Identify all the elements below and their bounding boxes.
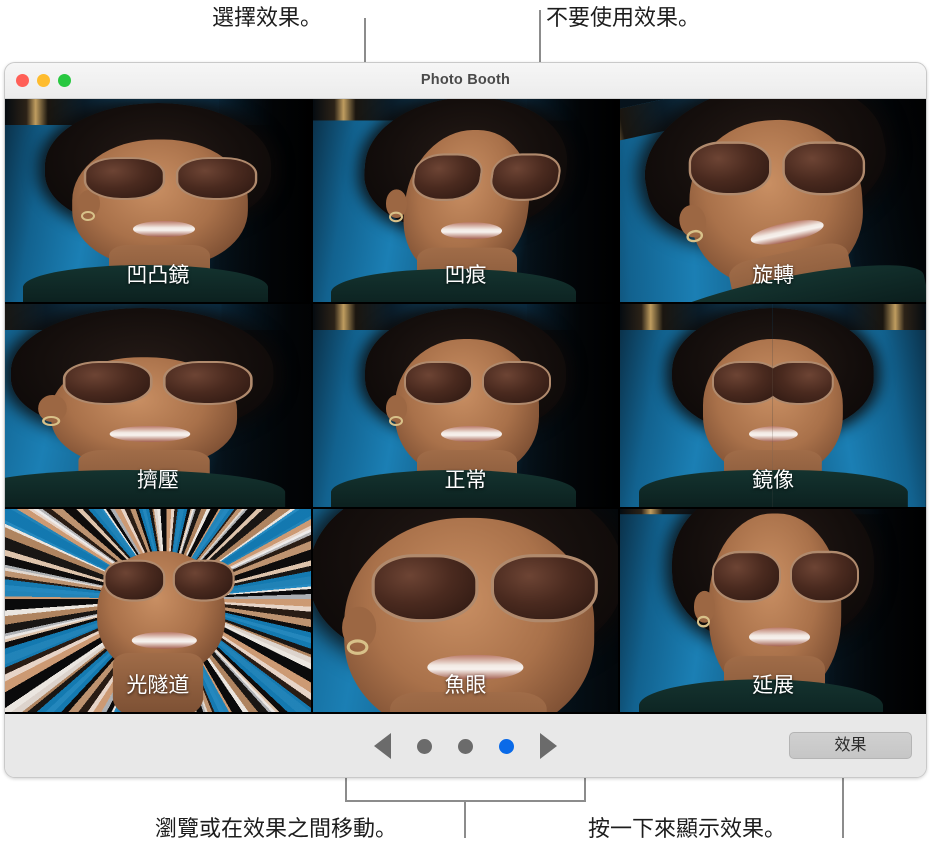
effect-cell-fisheye[interactable]: 魚眼 (312, 509, 619, 712)
lens-left (712, 360, 774, 406)
lens-left (83, 156, 165, 200)
effect-cell-mirror[interactable]: 鏡像 (620, 304, 926, 507)
portrait-preview (620, 99, 926, 302)
mouth-shape (441, 425, 503, 443)
lens-left (103, 559, 166, 602)
sunglasses-shape (103, 559, 235, 602)
portrait-preview (5, 304, 311, 507)
lens-left (62, 360, 153, 406)
effect-cell-dent[interactable]: 凹痕 (312, 99, 619, 302)
lens-left (773, 360, 835, 406)
sunglasses-shape (712, 360, 774, 406)
sunglasses-shape (773, 360, 835, 406)
mirror-half-left (620, 304, 774, 507)
effects-grid: 凹凸鏡 凹痕 旋轉 擠壓 正常 鏡像 光隧道 魚眼 延展 (5, 99, 926, 714)
mirror-half-right (773, 304, 926, 507)
page-dot-3[interactable] (499, 738, 514, 754)
leader-bracket-nav-right (584, 778, 586, 801)
portrait-preview (312, 304, 619, 507)
lens-left (688, 141, 772, 195)
portrait-preview (773, 304, 926, 507)
page-navigation (5, 714, 926, 777)
portrait-preview (312, 99, 619, 302)
lens-right (173, 559, 235, 602)
lens-right (482, 360, 552, 406)
mouth-shape (427, 654, 523, 680)
earring-shape (42, 415, 61, 426)
earring-shape (696, 615, 711, 628)
lens-left (404, 360, 474, 406)
earring-shape (347, 638, 369, 655)
sunglasses-shape (409, 153, 564, 201)
lens-right (163, 360, 254, 406)
page-dot-2[interactable] (458, 738, 473, 754)
effect-cell-squeeze[interactable]: 擠壓 (5, 304, 311, 507)
callout-select-effect-text: 選擇效果。 (212, 5, 323, 30)
mouth-shape (748, 627, 810, 647)
earring-shape (389, 211, 403, 222)
mouth-shape (132, 631, 197, 649)
lens-right (175, 156, 257, 200)
mouth-shape (441, 222, 503, 240)
triangle-left-icon[interactable] (374, 733, 391, 759)
callout-click-to-show-effects-text: 按一下來顯示效果。 (588, 816, 787, 841)
photo-booth-window: Photo Booth 凹凸鏡 凹痕 旋轉 擠壓 正常 鏡像 光隧道 魚眼 延展… (4, 62, 927, 778)
effect-cell-twirl[interactable]: 旋轉 (620, 99, 926, 302)
sunglasses-shape (404, 360, 552, 406)
lens-left (712, 550, 781, 604)
sunglasses-shape (712, 550, 859, 604)
effect-cell-stretch[interactable]: 延展 (620, 509, 926, 712)
earring-shape (389, 415, 403, 426)
shoulder-shape (23, 265, 268, 302)
lens-right (487, 153, 564, 201)
sunglasses-shape (83, 156, 257, 200)
portrait-preview (620, 509, 926, 712)
shoulder-shape (330, 470, 576, 507)
bottom-toolbar: 效果 (5, 714, 926, 777)
portrait-preview (5, 99, 311, 302)
callout-browse-effects-text: 瀏覽或在效果之間移動。 (155, 816, 398, 841)
window-titlebar: Photo Booth (5, 63, 926, 99)
leader-bracket-nav-left (345, 778, 347, 801)
effect-cell-bump[interactable]: 凹凸鏡 (5, 99, 311, 302)
page-dot-1[interactable] (417, 738, 432, 754)
effects-button[interactable]: 效果 (789, 732, 912, 759)
lens-left (409, 153, 486, 201)
sunglasses-shape (62, 360, 254, 406)
callout-no-effect-text: 不要使用效果。 (546, 5, 701, 30)
effect-cell-light-tunnel[interactable]: 光隧道 (5, 509, 311, 712)
portrait-preview (620, 304, 774, 507)
neck-shape (389, 692, 547, 712)
window-title: Photo Booth (420, 72, 511, 88)
sunglasses-shape (370, 553, 599, 624)
mouth-shape (133, 220, 195, 238)
lens-left (370, 553, 478, 624)
lens-right (789, 550, 859, 604)
sunglasses-shape (688, 141, 865, 195)
portrait-preview (312, 509, 619, 712)
effect-cell-normal[interactable]: 正常 (312, 304, 619, 507)
mouth-shape (110, 425, 190, 443)
earring-shape (81, 210, 96, 221)
portrait-preview (5, 509, 311, 712)
triangle-right-icon[interactable] (540, 733, 557, 759)
lens-right (491, 553, 599, 624)
lens-right (781, 141, 865, 195)
neck-shape (112, 653, 203, 712)
leader-line-nav-stem (464, 800, 466, 838)
